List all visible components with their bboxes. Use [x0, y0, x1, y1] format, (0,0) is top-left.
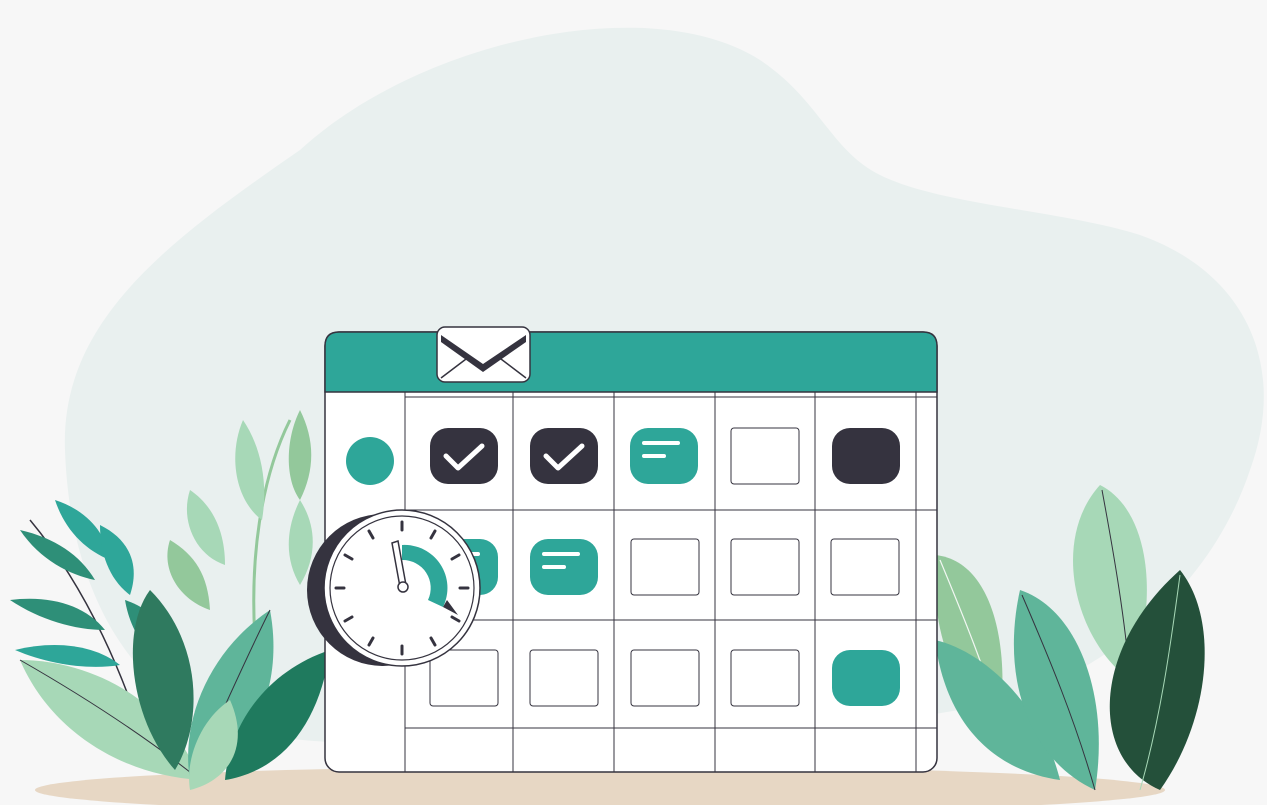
day-cell-filled[interactable]: [832, 428, 900, 484]
day-cell-empty[interactable]: [529, 649, 599, 707]
day-cell-filled[interactable]: [832, 650, 900, 706]
day-cell-empty[interactable]: [730, 427, 800, 485]
calendar-dot: [346, 437, 394, 485]
day-cell-checked[interactable]: [430, 428, 498, 484]
day-cell-empty[interactable]: [630, 538, 700, 596]
day-cell-empty[interactable]: [730, 538, 800, 596]
day-cell-note[interactable]: [630, 428, 698, 484]
stopwatch-icon: [307, 509, 481, 667]
envelope-icon[interactable]: [436, 326, 531, 383]
day-cell-note[interactable]: [530, 539, 598, 595]
day-cell-checked[interactable]: [530, 428, 598, 484]
day-cell-empty[interactable]: [630, 649, 700, 707]
day-cell-empty[interactable]: [429, 649, 499, 707]
calendar-illustration: [10, 27, 1264, 805]
day-cell-empty[interactable]: [830, 538, 900, 596]
calendar-header: [324, 331, 938, 393]
day-cell-empty[interactable]: [730, 649, 800, 707]
